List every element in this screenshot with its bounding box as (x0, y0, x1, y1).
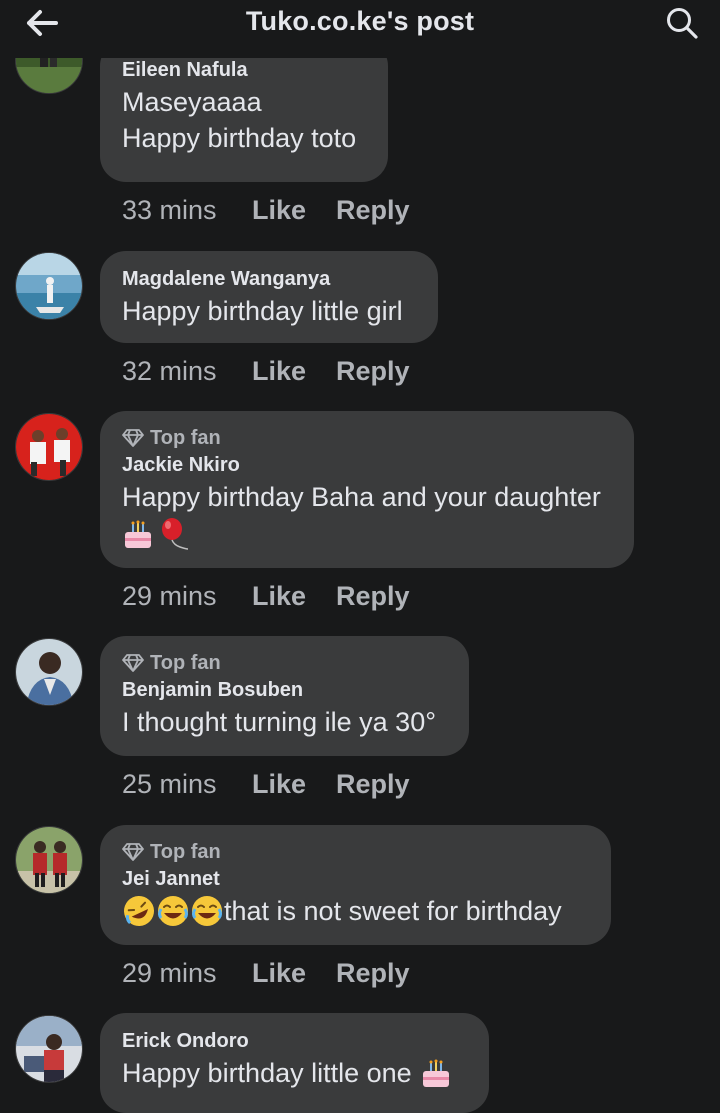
comment-actions: 29 mins Like Reply (122, 581, 410, 612)
comment-text-body: that is not sweet for birthday (224, 896, 562, 926)
birthday-cake-emoji (125, 520, 151, 548)
top-fan-badge: Top fan (122, 425, 612, 451)
avatar[interactable] (15, 1015, 83, 1083)
reply-button[interactable]: Reply (336, 356, 410, 387)
comment-text-body: Happy birthday little one (122, 1058, 412, 1088)
avatar[interactable] (15, 638, 83, 706)
comment-text: Happy birthday little one (122, 1055, 467, 1091)
balloon-emoji (162, 518, 189, 550)
avatar[interactable] (15, 252, 83, 320)
avatar[interactable] (15, 413, 83, 481)
comment-author[interactable]: Benjamin Bosuben (122, 676, 447, 704)
top-bar: Tuko.co.ke's post (0, 0, 720, 58)
avatar[interactable] (15, 826, 83, 894)
top-fan-badge: Top fan (122, 650, 447, 676)
comment-time[interactable]: 33 mins (122, 195, 252, 226)
page-title: Tuko.co.ke's post (245, 6, 475, 36)
birthday-cake-emoji (422, 1059, 449, 1087)
comment-time[interactable]: 29 mins (122, 958, 252, 989)
like-button[interactable]: Like (252, 195, 336, 226)
comment-time[interactable]: 29 mins (122, 581, 252, 612)
reply-button[interactable]: Reply (336, 581, 410, 612)
comment-bubble[interactable]: Erick Ondoro Happy birthday little one (100, 1013, 489, 1113)
comment-actions: 32 mins Like Reply (122, 356, 410, 387)
rolling-laughing-emoji (124, 896, 154, 926)
comment-author[interactable]: Jei Jannet (122, 865, 589, 893)
comment-actions: 29 mins Like Reply (122, 958, 410, 989)
comment-time[interactable]: 25 mins (122, 769, 252, 800)
comment-author[interactable]: Magdalene Wanganya (122, 265, 416, 293)
comment-text: I thought turning ile ya 30° (122, 707, 437, 737)
comment-author[interactable]: Eileen Nafula (122, 56, 366, 84)
like-button[interactable]: Like (252, 958, 336, 989)
like-button[interactable]: Like (252, 356, 336, 387)
comment-text: Maseyaaaa Happy birthday toto (122, 87, 357, 153)
like-button[interactable]: Like (252, 769, 336, 800)
comment-text: Happy birthday Baha and your daughter (122, 482, 601, 512)
comment-actions: 25 mins Like Reply (122, 769, 410, 800)
reply-button[interactable]: Reply (336, 958, 410, 989)
comment-time[interactable]: 32 mins (122, 356, 252, 387)
tears-of-joy-emoji (158, 896, 188, 926)
search-icon (667, 8, 698, 39)
comment-bubble[interactable]: Top fan Benjamin Bosuben I thought turni… (100, 636, 469, 756)
diamond-icon (122, 429, 144, 447)
tears-of-joy-emoji (192, 896, 222, 926)
comment-author[interactable]: Erick Ondoro (122, 1027, 467, 1055)
reply-button[interactable]: Reply (336, 195, 410, 226)
comment-text: Happy birthday little girl (122, 296, 403, 326)
top-fan-label: Top fan (150, 652, 221, 674)
reply-button[interactable]: Reply (336, 769, 410, 800)
comment-bubble[interactable]: Magdalene Wanganya Happy birthday little… (100, 251, 438, 343)
top-fan-label: Top fan (150, 427, 221, 449)
comment-actions: 33 mins Like Reply (122, 195, 410, 226)
top-fan-label: Top fan (150, 841, 221, 863)
comment-bubble[interactable]: Top fan Jei Jannet that is not sweet for… (100, 825, 611, 945)
like-button[interactable]: Like (252, 581, 336, 612)
comment-bubble[interactable]: Eileen Nafula Maseyaaaa Happy birthday t… (100, 40, 388, 182)
comment-bubble[interactable]: Top fan Jackie Nkiro Happy birthday Baha… (100, 411, 634, 568)
comment-author[interactable]: Jackie Nkiro (122, 451, 612, 479)
diamond-icon (122, 843, 144, 861)
diamond-icon (122, 654, 144, 672)
comment-text: that is not sweet for birthday (122, 893, 589, 929)
top-fan-badge: Top fan (122, 839, 589, 865)
search-button[interactable] (662, 4, 702, 42)
